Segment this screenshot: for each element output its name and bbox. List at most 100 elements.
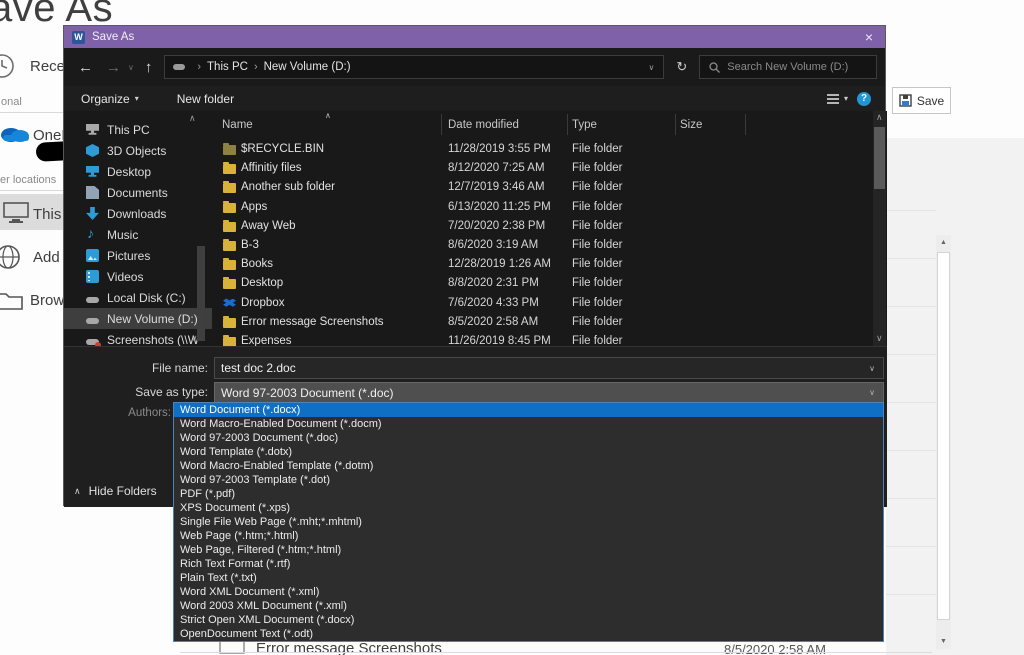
file-type-option[interactable]: Word XML Document (*.xml): [174, 585, 883, 599]
column-header-name[interactable]: Name: [222, 119, 253, 131]
view-caret-icon[interactable]: ▾: [844, 94, 848, 103]
new-folder-button[interactable]: New folder: [177, 92, 234, 106]
file-type-option[interactable]: Word 97-2003 Document (*.doc): [174, 431, 883, 445]
sidebar-item[interactable]: Desktop: [64, 161, 212, 182]
history-chevron-icon[interactable]: ∨: [128, 63, 134, 72]
file-row[interactable]: Apps 6/13/2020 11:25 PM File folder: [212, 198, 872, 217]
hide-folders-button[interactable]: ∧ Hide Folders: [74, 484, 157, 498]
back-icon[interactable]: ←: [78, 59, 93, 76]
sidebar-scrollbar-thumb[interactable]: [197, 246, 205, 341]
file-row[interactable]: Desktop 8/8/2020 2:31 PM File folder: [212, 274, 872, 293]
file-type: File folder: [572, 143, 623, 155]
breadcrumb[interactable]: › This PC › New Volume (D:) ∨: [164, 55, 664, 79]
folder-icon: [223, 145, 236, 155]
search-icon: [709, 62, 720, 73]
column-header-size[interactable]: Size: [680, 119, 702, 131]
column-header-date[interactable]: Date modified: [448, 119, 519, 131]
chevron-down-icon[interactable]: ∨: [869, 388, 875, 397]
this-pc-icon: [2, 201, 30, 225]
file-date-modified: 8/6/2020 3:19 AM: [448, 239, 538, 251]
file-type-option[interactable]: Word Macro-Enabled Document (*.docm): [174, 417, 883, 431]
sidebar-item[interactable]: Music: [64, 224, 212, 245]
sort-ascending-icon: ∧: [325, 111, 331, 120]
close-icon[interactable]: ×: [865, 30, 873, 44]
sidebar-item[interactable]: Local Disk (C:): [64, 287, 212, 308]
sidebar-item-label: Desktop: [107, 165, 151, 179]
file-date-modified: 8/8/2020 2:31 PM: [448, 277, 539, 289]
sidebar-item[interactable]: Pictures: [64, 245, 212, 266]
file-name: Expenses: [241, 335, 292, 346]
sidebar-item[interactable]: Documents: [64, 182, 212, 203]
list-scroll-up-icon[interactable]: ∧: [876, 112, 883, 123]
breadcrumb-new-volume[interactable]: New Volume (D:): [264, 61, 351, 73]
folder-icon: [223, 241, 236, 251]
forward-icon[interactable]: →: [106, 59, 121, 76]
sidebar-item[interactable]: Videos: [64, 266, 212, 287]
file-type-option[interactable]: Web Page (*.htm;*.html): [174, 529, 883, 543]
file-type-option[interactable]: Word Document (*.docx): [174, 403, 883, 417]
up-icon[interactable]: ↑: [145, 59, 153, 76]
file-type-option[interactable]: Word 2003 XML Document (*.xml): [174, 599, 883, 613]
backstage-save-button[interactable]: Save: [892, 87, 951, 114]
sidebar-item[interactable]: New Volume (D:): [64, 308, 212, 329]
dialog-titlebar[interactable]: W Save As ×: [64, 26, 885, 48]
sidebar-item-label: 3D Objects: [107, 144, 166, 158]
file-name: Another sub folder: [241, 181, 335, 193]
file-type-option[interactable]: Word 97-2003 Template (*.dot): [174, 473, 883, 487]
address-chevron-icon[interactable]: ∨: [649, 63, 655, 72]
sidebar-scroll-down-icon[interactable]: ∨: [191, 333, 198, 344]
file-type-option[interactable]: Word Macro-Enabled Template (*.dotm): [174, 459, 883, 473]
organize-button[interactable]: Organize: [81, 92, 130, 106]
sidebar-item-label: Documents: [107, 186, 168, 200]
file-row[interactable]: Error message Screenshots 8/5/2020 2:58 …: [212, 313, 872, 332]
help-icon[interactable]: ?: [857, 92, 871, 106]
file-type-option[interactable]: Strict Open XML Document (*.docx): [174, 613, 883, 627]
hide-folders-label: Hide Folders: [89, 484, 157, 498]
file-type-option[interactable]: Word Template (*.dotx): [174, 445, 883, 459]
file-row[interactable]: Another sub folder 12/7/2019 3:46 AM Fil…: [212, 178, 872, 197]
file-row[interactable]: Away Web 7/20/2020 2:38 PM File folder: [212, 217, 872, 236]
file-type-option[interactable]: Single File Web Page (*.mht;*.mhtml): [174, 515, 883, 529]
file-row[interactable]: Books 12/28/2019 1:26 AM File folder: [212, 255, 872, 274]
sidebar-item-label: Local Disk (C:): [107, 291, 186, 305]
scroll-up-icon[interactable]: ▲: [936, 235, 951, 250]
list-scroll-down-icon[interactable]: ∨: [876, 333, 883, 344]
search-input[interactable]: Search New Volume (D:): [699, 55, 877, 79]
file-row[interactable]: Affinitiy files 8/12/2020 7:25 AM File f…: [212, 159, 872, 178]
sidebar-item-icon: [86, 123, 99, 136]
backstage-scrollbar-thumb[interactable]: [937, 252, 950, 620]
file-row[interactable]: $RECYCLE.BIN 11/28/2019 3:55 PM File fol…: [212, 140, 872, 159]
file-row[interactable]: Dropbox 7/6/2020 4:33 PM File folder: [212, 294, 872, 313]
folder-icon: [223, 260, 236, 270]
sidebar-item-label: Music: [107, 228, 138, 242]
file-row[interactable]: Expenses 11/26/2019 8:45 PM File folder: [212, 332, 872, 346]
scroll-down-icon[interactable]: ▼: [936, 634, 951, 649]
save-as-type-select[interactable]: Word 97-2003 Document (*.doc) ∨: [214, 382, 884, 403]
refresh-icon[interactable]: ↻: [676, 59, 687, 75]
sidebar-item[interactable]: Downloads: [64, 203, 212, 224]
file-name: Dropbox: [241, 297, 284, 309]
file-type-option[interactable]: Plain Text (*.txt): [174, 571, 883, 585]
file-type-option[interactable]: PDF (*.pdf): [174, 487, 883, 501]
folder-icon: [223, 318, 236, 328]
dialog-navbar: ← → ∨ ↑ › This PC › New Volume (D:) ∨ ↻ …: [64, 48, 885, 86]
column-header-type[interactable]: Type: [572, 119, 597, 131]
recent-icon: [0, 52, 16, 80]
sidebar-item-label: Videos: [107, 270, 143, 284]
folder-icon: [223, 164, 236, 174]
file-type-option[interactable]: Rich Text Format (*.rtf): [174, 557, 883, 571]
breadcrumb-this-pc[interactable]: This PC: [207, 61, 248, 73]
chevron-down-icon[interactable]: ∨: [869, 364, 875, 373]
view-mode-icon[interactable]: [827, 94, 839, 104]
file-name: Desktop: [241, 277, 283, 289]
file-type-option[interactable]: XPS Document (*.xps): [174, 501, 883, 515]
file-type-option[interactable]: OpenDocument Text (*.odt): [174, 627, 883, 641]
file-name: Books: [241, 258, 273, 270]
file-list-scrollbar-thumb[interactable]: [874, 127, 885, 189]
sidebar-scroll-up-icon[interactable]: ∧: [189, 113, 196, 124]
file-name-input[interactable]: test doc 2.doc ∨: [214, 357, 884, 379]
file-row[interactable]: B-3 8/6/2020 3:19 AM File folder: [212, 236, 872, 255]
file-type-option[interactable]: Web Page, Filtered (*.htm;*.html): [174, 543, 883, 557]
sidebar-item[interactable]: Screenshots (\\W: [64, 329, 212, 346]
sidebar-item[interactable]: 3D Objects: [64, 140, 212, 161]
